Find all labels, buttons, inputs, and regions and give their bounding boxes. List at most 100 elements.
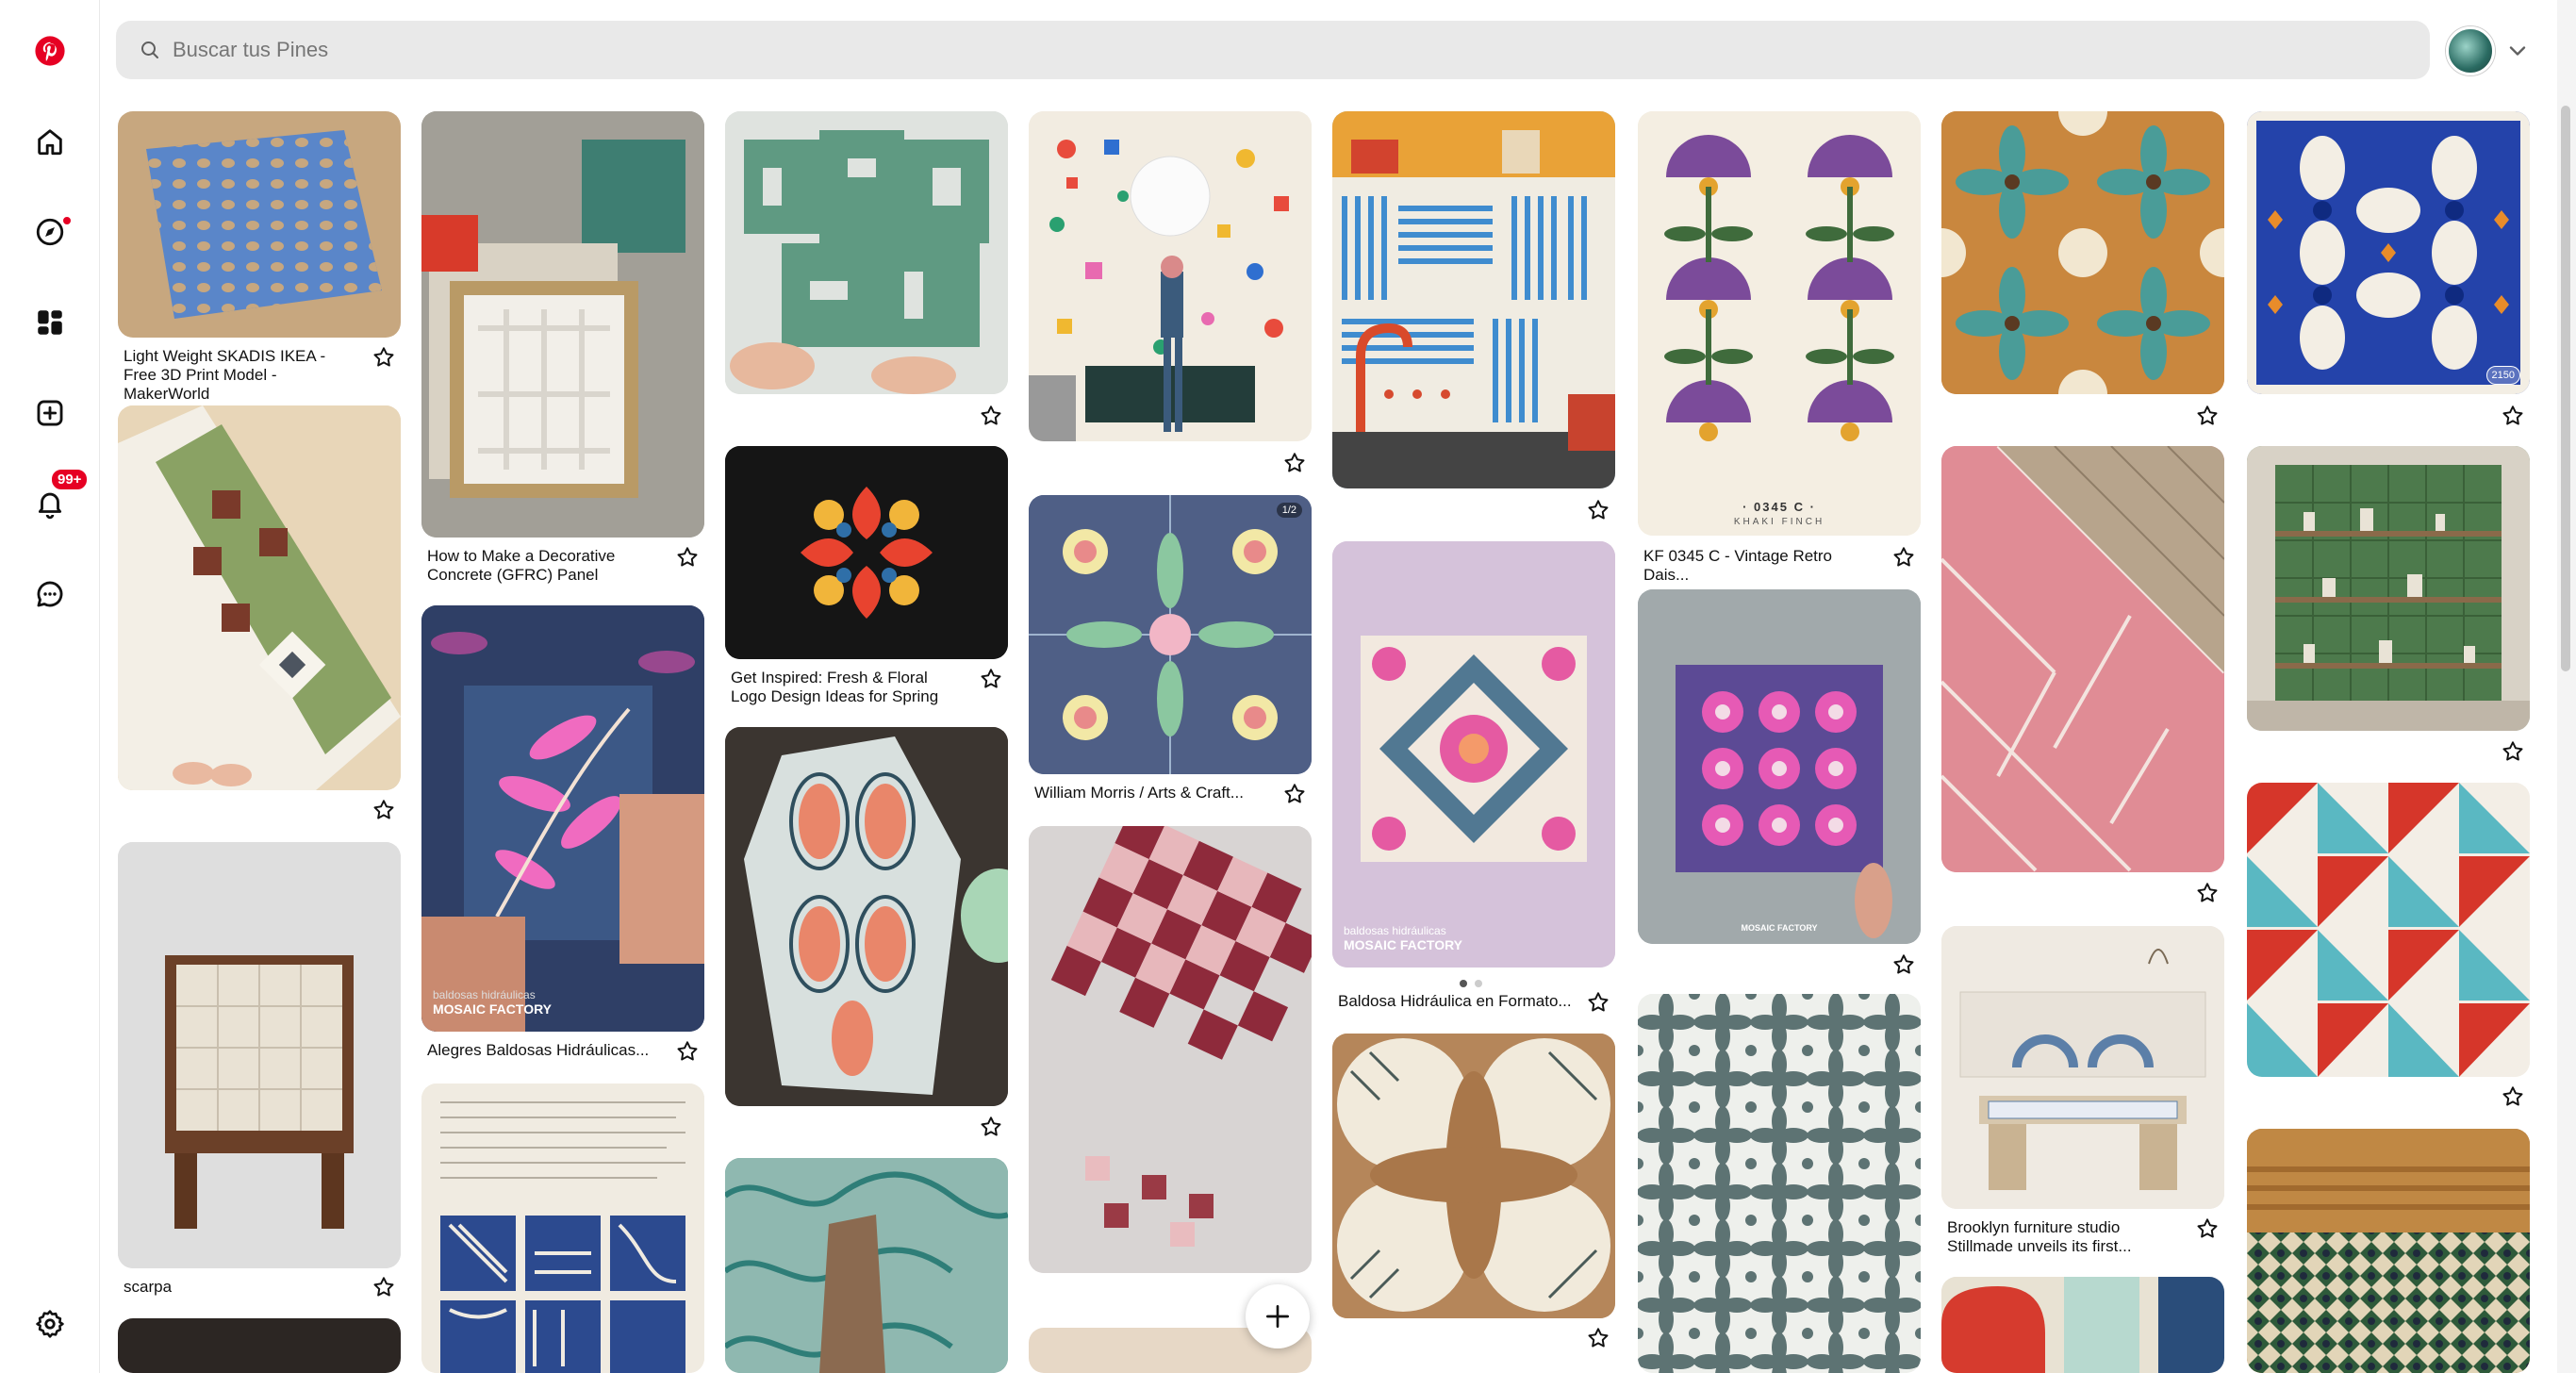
pin-image-green-meander[interactable] [725, 111, 1008, 394]
save-star-icon[interactable] [2501, 404, 2525, 428]
orange-teal-tile-graphic [1941, 111, 2224, 394]
pin-image-pink-tile[interactable]: baldosas hidráulicas MOSAIC FACTORY [421, 605, 704, 1032]
pin-image-stillmade-table[interactable] [1941, 926, 2224, 1209]
save-star-icon[interactable] [1586, 990, 1610, 1015]
gfrc-panel-graphic [421, 111, 704, 538]
save-star-icon[interactable] [2195, 404, 2220, 428]
hydraulic-tile-graphic [1332, 541, 1615, 968]
save-star-icon[interactable] [675, 545, 700, 570]
pinterest-logo-icon[interactable] [27, 28, 73, 74]
pin-title[interactable]: William Morris / Arts & Craft... [1034, 784, 1270, 802]
pin-image-blue-tiles-book[interactable] [421, 1084, 704, 1373]
create-plus-button[interactable] [1246, 1284, 1310, 1348]
settings-gear-icon[interactable] [27, 1301, 73, 1347]
search-bar[interactable] [116, 21, 2430, 79]
pink-tile-wood-graphic [1941, 446, 2224, 872]
save-star-icon[interactable] [1891, 952, 1916, 977]
save-star-icon[interactable] [372, 1275, 396, 1299]
pin-image-william-morris[interactable]: 1/2 [1029, 495, 1312, 774]
messages-icon[interactable] [27, 571, 73, 617]
pin-image-green-shelves[interactable] [2247, 446, 2530, 731]
save-star-icon[interactable] [979, 1115, 1003, 1139]
pin-image-scarpa-table[interactable] [118, 842, 401, 1268]
save-star-icon[interactable] [2195, 1216, 2220, 1241]
pin-image-pink-tile-wood[interactable] [1941, 446, 2224, 872]
pin-image-purple-floral-tile[interactable]: MOSAIC FACTORY [1638, 589, 1921, 944]
pin-image-hex-tiles[interactable] [725, 727, 1008, 1106]
pin-image-blue-geometric[interactable]: 2150 [2247, 111, 2530, 394]
skadis-pegboard-graphic [146, 130, 382, 319]
image-count-badge: 1/2 [1276, 503, 1302, 518]
purple-floral-tile-graphic [1638, 589, 1921, 944]
pin-image-grey-petal-pattern[interactable] [1638, 994, 1921, 1373]
pin-title[interactable]: Light Weight SKADIS IKEA - Free 3D Print… [124, 347, 359, 404]
save-star-icon[interactable] [372, 345, 396, 370]
watermark-mosaic-factory: MOSAIC FACTORY [433, 1001, 553, 1017]
notifications-badge: 99+ [50, 468, 90, 491]
pin-image-vintage-daisy[interactable]: · 0345 C · KHAKI FINCH [1638, 111, 1921, 536]
pin-image-red-teal-triangles[interactable] [2247, 783, 2530, 1077]
search-input[interactable] [173, 38, 2247, 62]
pin-title[interactable]: scarpa [124, 1278, 359, 1297]
watermark-small: baldosas hidráulicas [433, 988, 536, 1001]
account-chevron-down-icon[interactable] [2504, 38, 2531, 64]
home-icon[interactable] [27, 119, 73, 164]
blue-stripes-kitchen-graphic [1332, 111, 1615, 488]
scrollbar-thumb[interactable] [2561, 106, 2570, 671]
save-star-icon[interactable] [1891, 545, 1916, 570]
user-avatar[interactable] [2446, 26, 2495, 75]
alhambra-mosaic-graphic [2247, 1129, 2530, 1373]
checker-tiles-graphic [1029, 826, 1312, 1273]
save-star-icon[interactable] [675, 1039, 700, 1064]
pin-image-gfrc-panel[interactable] [421, 111, 704, 538]
pin-image-baldosa-hidraulica[interactable]: baldosas hidráulicas MOSAIC FACTORY [1332, 541, 1615, 968]
boards-icon[interactable] [27, 300, 73, 345]
pin-title[interactable]: Baldosa Hidráulica en Formato... [1338, 992, 1574, 1011]
pin-title[interactable]: Brooklyn furniture studio Stillmade unve… [1947, 1218, 2183, 1256]
save-star-icon[interactable] [2501, 1084, 2525, 1109]
pin-image-checker-tiles[interactable] [1029, 826, 1312, 1273]
pin-image-skadis[interactable] [118, 111, 401, 338]
vintage-daisy-pattern-graphic [1638, 111, 1921, 536]
pin-image-dark[interactable] [118, 1318, 401, 1373]
william-morris-tiles-graphic [1029, 495, 1312, 774]
pin-image-brown-cement-tiles[interactable] [1332, 1034, 1615, 1318]
save-star-icon[interactable] [1586, 498, 1610, 522]
pin-title[interactable]: Alegres Baldosas Hidráulicas... [427, 1041, 663, 1060]
pin-title[interactable]: Get Inspired: Fresh & Floral Logo Design… [731, 669, 966, 706]
red-teal-triangles-graphic [2247, 783, 2530, 1077]
pin-image-teal-azulejo[interactable] [725, 1158, 1008, 1373]
pin-image-colorful-wall[interactable] [1029, 111, 1312, 441]
pin-image-mosaic-floor[interactable] [118, 405, 401, 790]
pin-image-blue-stripes[interactable] [1332, 111, 1615, 488]
search-icon [141, 41, 158, 58]
pin-image-alhambra-mosaic[interactable] [2247, 1129, 2530, 1373]
save-star-icon[interactable] [2195, 881, 2220, 905]
pin-image-orange-teal-tile[interactable] [1941, 111, 2224, 394]
blue-geometric-tile-graphic [2247, 111, 2530, 394]
explore-compass-icon[interactable] [27, 209, 73, 255]
carousel-dots[interactable] [1460, 975, 1483, 992]
pin-image-abstract-tiles[interactable] [1941, 1277, 2224, 1373]
pin-image-floral-logo[interactable] [725, 446, 1008, 659]
save-star-icon[interactable] [1282, 451, 1307, 475]
stillmade-table-graphic [1941, 926, 2224, 1209]
pin-title[interactable]: KF 0345 C - Vintage Retro Dais... [1643, 547, 1879, 585]
save-star-icon[interactable] [372, 798, 396, 822]
save-star-icon[interactable] [1586, 1326, 1610, 1350]
explore-notification-dot [61, 215, 73, 226]
hex-tiles-graphic [725, 727, 1008, 1106]
tile-table-graphic [118, 842, 401, 1268]
notifications-bell-icon[interactable]: 99+ [27, 468, 90, 526]
product-name-label: KHAKI FINCH [1733, 517, 1825, 527]
save-star-icon[interactable] [2501, 739, 2525, 764]
save-star-icon[interactable] [979, 667, 1003, 691]
sidebar: 99+ [0, 0, 100, 1373]
save-star-icon[interactable] [1282, 782, 1307, 806]
create-icon[interactable] [27, 390, 73, 436]
watermark-small: baldosas hidráulicas [1344, 924, 1446, 937]
product-code-label: · 0345 C · [1742, 500, 1816, 514]
pin-title[interactable]: How to Make a Decorative Concrete (GFRC)… [427, 547, 663, 585]
save-star-icon[interactable] [979, 404, 1003, 428]
grey-petal-pattern-graphic [1638, 994, 1921, 1373]
